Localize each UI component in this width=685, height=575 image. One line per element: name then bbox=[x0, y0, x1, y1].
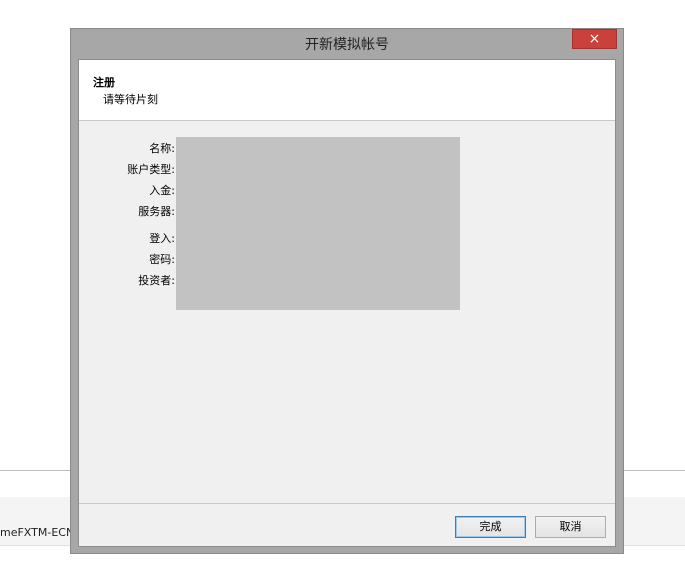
label-account-type: 账户类型: bbox=[127, 163, 175, 176]
footer-divider bbox=[79, 503, 615, 504]
label-deposit: 入金: bbox=[149, 184, 175, 197]
new-demo-account-dialog: 开新模拟帐号 × 注册 请等待片刻 名称: 账户类型: 入金: 服务器: 登入:… bbox=[70, 28, 624, 554]
dialog-title: 开新模拟帐号 bbox=[305, 37, 389, 53]
cancel-button[interactable]: 取消 bbox=[535, 516, 606, 538]
dialog-client-area: 注册 请等待片刻 名称: 账户类型: 入金: 服务器: 登入: 密码: 投资者:… bbox=[78, 59, 616, 547]
wizard-step-title: 注册 bbox=[93, 76, 115, 89]
finish-button[interactable]: 完成 bbox=[455, 516, 526, 538]
label-investor: 投资者: bbox=[138, 274, 175, 287]
wizard-step-subtitle: 请等待片刻 bbox=[103, 93, 158, 106]
wizard-header: 注册 请等待片刻 bbox=[79, 60, 615, 121]
redacted-values-box bbox=[176, 137, 460, 310]
label-server: 服务器: bbox=[138, 205, 175, 218]
close-icon: × bbox=[588, 31, 601, 47]
dialog-titlebar[interactable]: 开新模拟帐号 × bbox=[71, 29, 623, 59]
label-login: 登入: bbox=[149, 232, 175, 245]
screen: meFXTM-ECN-2 开新模拟帐号 × 注册 请等待片刻 名称: 账户类型:… bbox=[0, 0, 685, 575]
label-password: 密码: bbox=[149, 253, 175, 266]
label-name: 名称: bbox=[149, 142, 175, 155]
close-button[interactable]: × bbox=[572, 29, 617, 49]
